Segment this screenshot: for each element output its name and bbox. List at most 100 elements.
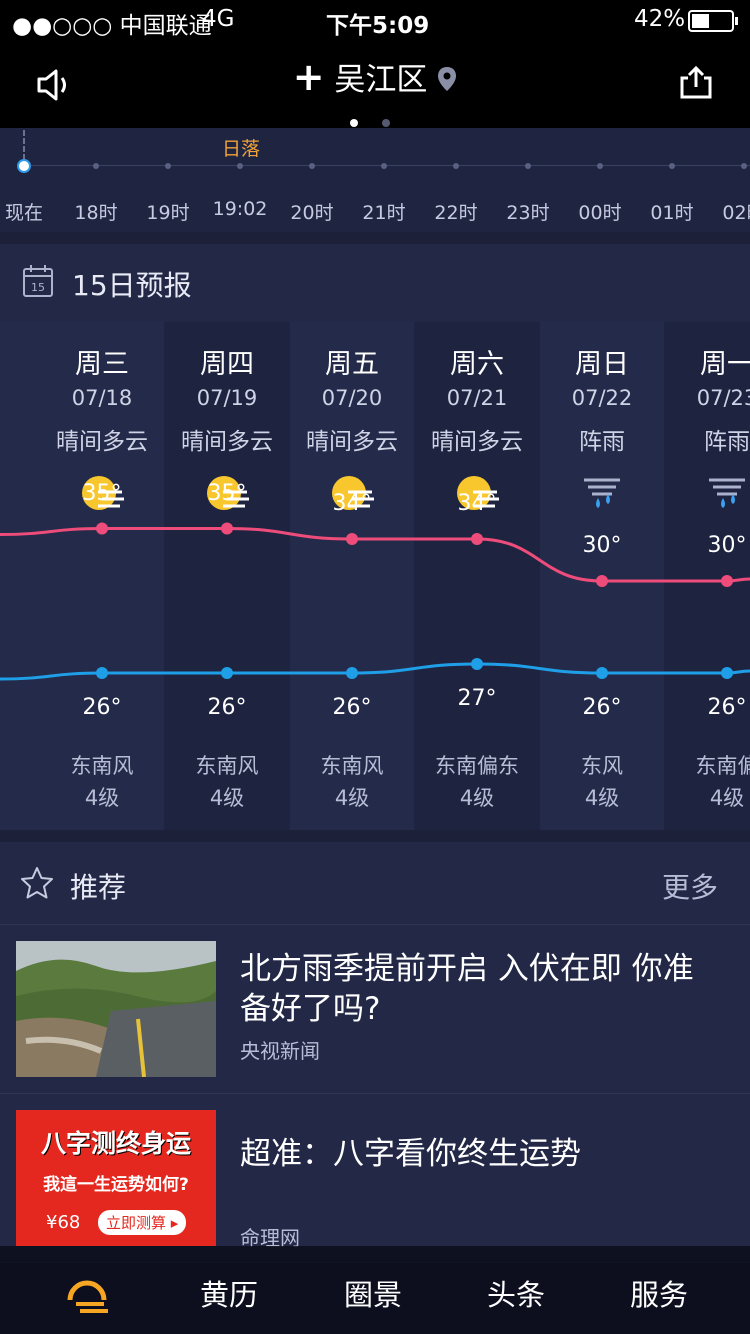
wind-direction: 东风 [581, 754, 623, 778]
wind-level: 4级 [459, 786, 495, 810]
wind-level: 4级 [209, 786, 245, 810]
hour-dot [381, 163, 387, 169]
hour-label: 20时 [290, 202, 334, 224]
battery-percent: 42% [634, 6, 686, 32]
carrier-label: ●●○○○ 中国联通 [12, 13, 212, 39]
location-pin-icon [438, 67, 457, 91]
weekday: 周六 [450, 349, 504, 380]
share-icon[interactable] [678, 64, 714, 100]
network-label: 4G [202, 6, 235, 32]
high-temp: 34° [457, 491, 497, 516]
forecast-grid[interactable]: 周三 07/18 晴间多云 35° 26° 东南风 4级 周四 07/19 晴间多云 35° 26° 东… [0, 322, 750, 830]
forecast-day-column[interactable]: 周四 07/19 晴间多云 35° 26° 东南风 4级 [165, 322, 289, 830]
hour-dot [453, 163, 459, 169]
wind-level: 4级 [334, 786, 370, 810]
news-headline[interactable]: 超准：八字看你终生运势 [240, 1134, 720, 1174]
weekday: 周日 [575, 349, 629, 380]
status-bar: ●●○○○ 中国联通 4G 下午5:09 42% [0, 0, 750, 44]
weekday: 周一 [700, 349, 750, 380]
news-thumbnail-landslide [16, 941, 216, 1077]
weekday: 周四 [200, 349, 254, 380]
high-temp: 30° [707, 533, 747, 558]
low-temp: 26° [707, 695, 747, 720]
forecast-day-column[interactable]: 周一 07/23 阵雨 30° 26° 东南偏 4级 [665, 322, 750, 830]
hour-dot [165, 163, 171, 169]
hour-dot [741, 163, 747, 169]
condition: 阵雨 [704, 429, 750, 455]
star-icon [21, 867, 53, 899]
recommend-header: 推荐 更多 [0, 842, 750, 925]
hour-dot [309, 163, 315, 169]
tab-weather-icon[interactable] [62, 1268, 112, 1316]
hour-label: 00时 [578, 202, 622, 224]
forecast-column-prev [0, 322, 40, 830]
low-temp: 27° [457, 686, 497, 711]
high-temp: 30° [582, 533, 622, 558]
hour-label: 19时 [146, 202, 190, 224]
hour-dot [669, 163, 675, 169]
date: 07/23 [696, 386, 750, 410]
condition: 阵雨 [579, 429, 625, 455]
date: 07/20 [321, 386, 383, 410]
condition: 晴间多云 [181, 429, 273, 455]
date: 07/19 [196, 386, 258, 410]
tab-scenery[interactable]: 圈景 [344, 1272, 402, 1314]
news-headline[interactable]: 北方雨季提前开启 入伏在即 你准备好了吗? [240, 949, 720, 1029]
weekday: 周三 [75, 349, 129, 380]
forecast-day-column[interactable]: 周六 07/21 晴间多云 34° 27° 东南偏东 4级 [415, 322, 539, 830]
ad-price: ¥68 [46, 1212, 81, 1233]
ad-thumb-title: 八字测终身运 [40, 1129, 191, 1158]
wind-direction: 东南偏东 [435, 754, 519, 778]
high-temp: 34° [332, 491, 372, 516]
ad-button: 立即测算 ▸ [98, 1210, 187, 1235]
tab-bar: 黄历 圈景 头条 服务 [0, 1246, 750, 1334]
forecast-day-column[interactable]: 周五 07/20 晴间多云 34° 26° 东南风 4级 [290, 322, 414, 830]
shower-icon [705, 472, 749, 516]
news-item-rain[interactable]: 北方雨季提前开启 入伏在即 你准备好了吗? 央视新闻 [0, 925, 750, 1094]
ad-thumb-sub: 我這一生运势如何? [43, 1175, 189, 1195]
forecast-header: 15 15日预报 [0, 244, 750, 323]
calendar-icon: 15 [23, 265, 53, 297]
more-link[interactable]: 更多 [662, 866, 718, 906]
wind-level: 4级 [84, 786, 120, 810]
high-temp: 35° [207, 480, 247, 506]
tab-headlines[interactable]: 头条 [487, 1272, 545, 1314]
hour-dot [237, 163, 243, 169]
hour-label: 19:02 [212, 198, 268, 220]
news-item-horoscope[interactable]: 八字测终身运 我這一生运势如何? ¥68 立即测算 ▸ 超准：八字看你终生运势 … [0, 1094, 750, 1263]
hour-label: 01时 [650, 202, 694, 224]
hour-label: 现在 [4, 202, 44, 224]
city-name: 吴江区 [334, 62, 428, 98]
weekday: 周五 [325, 349, 379, 380]
wind-direction: 东南偏 [695, 754, 750, 778]
hour-label: 23时 [506, 202, 550, 224]
tab-almanac[interactable]: 黄历 [200, 1272, 258, 1314]
sunset-marker: 日落 [222, 138, 261, 160]
ad-thumbnail: 八字测终身运 我這一生运势如何? ¥68 立即测算 ▸ [16, 1110, 216, 1246]
hour-dot [93, 163, 99, 169]
high-temp: 35° [82, 480, 122, 506]
now-dot [17, 159, 31, 173]
hour-dot [597, 163, 603, 169]
hour-label: 21时 [362, 202, 406, 224]
wind-direction: 东南风 [320, 754, 384, 778]
forecast-day-column[interactable]: 周日 07/22 阵雨 30° 26° 东风 4级 [540, 322, 664, 830]
app-header: + 吴江区 [0, 44, 750, 128]
now-guide [23, 130, 25, 160]
forecast-title: 15日预报 [72, 269, 192, 302]
news-source: 央视新闻 [240, 1039, 320, 1063]
low-temp: 26° [207, 695, 247, 720]
low-temp: 26° [82, 695, 122, 720]
add-city-icon[interactable]: + [293, 55, 325, 99]
calendar-day: 15 [31, 281, 45, 294]
clock: 下午5:09 [326, 13, 430, 39]
hourly-timeline[interactable]: 日落 现在 18时 19时 19:02 20时 21时 22时 23时 00时 01时 02时 [0, 128, 750, 232]
date: 07/21 [446, 386, 508, 410]
battery-icon [688, 10, 738, 32]
wind-level: 4级 [709, 786, 745, 810]
tab-services[interactable]: 服务 [630, 1272, 688, 1314]
hour-label: 18时 [74, 202, 118, 224]
city-title[interactable]: + 吴江区 [0, 54, 750, 99]
hour-dot [525, 163, 531, 169]
forecast-day-column[interactable]: 周三 07/18 晴间多云 35° 26° 东南风 4级 [40, 322, 164, 830]
